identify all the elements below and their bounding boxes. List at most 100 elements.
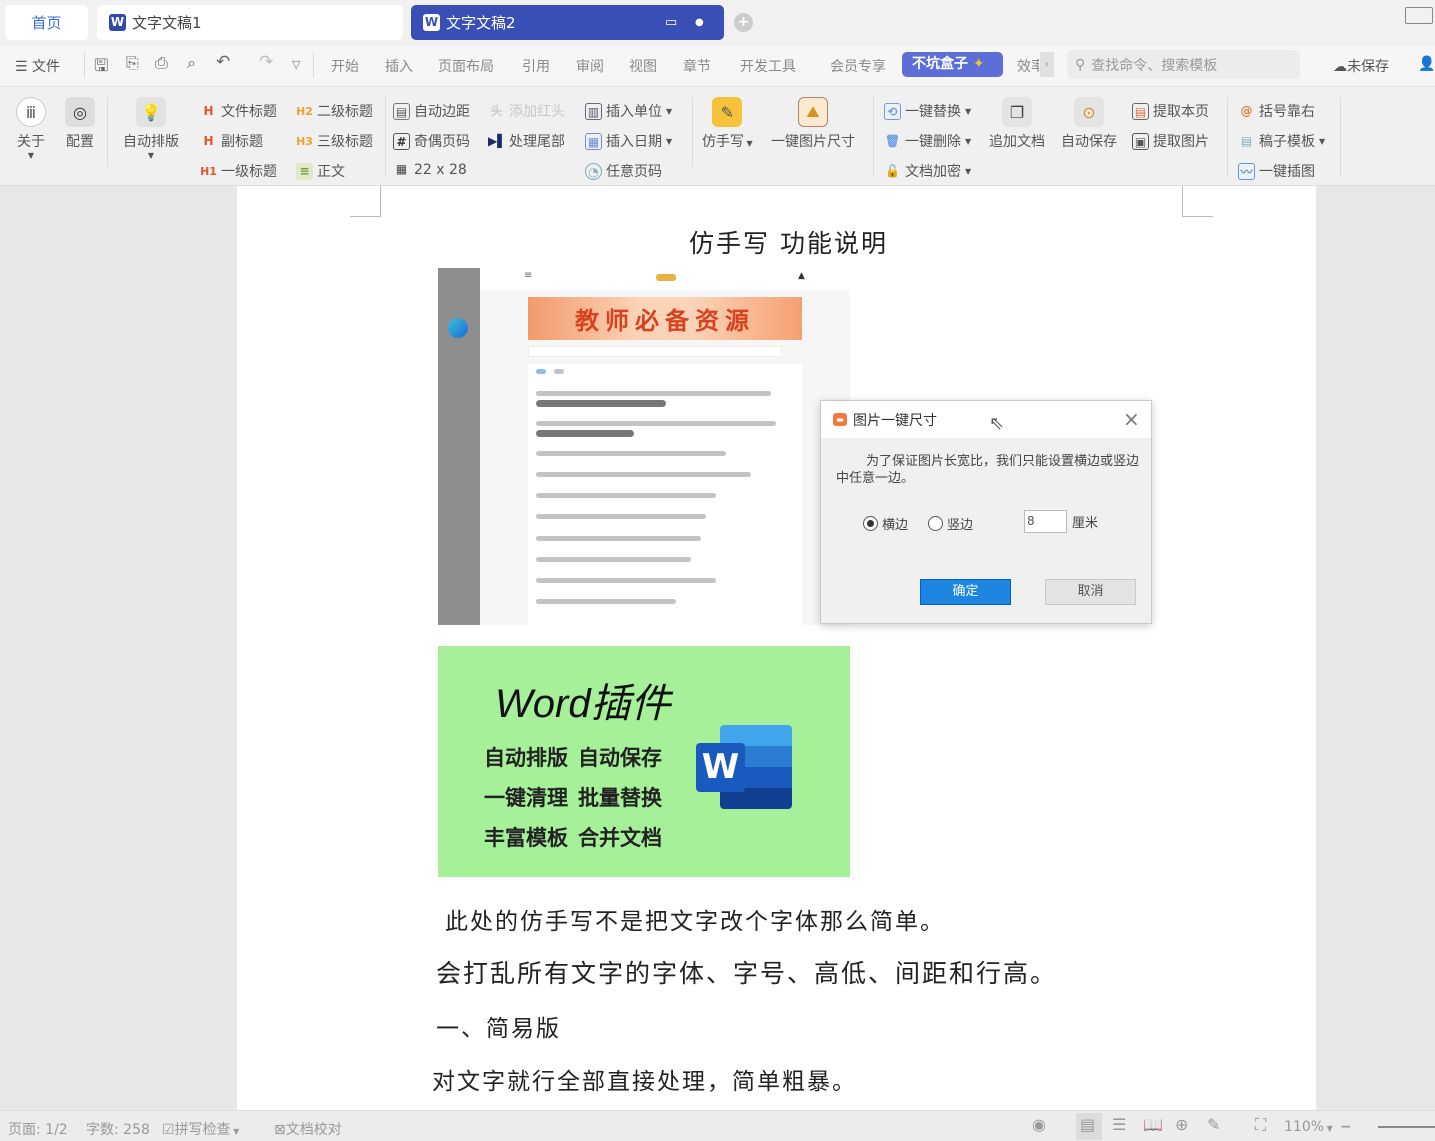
radio-vertical[interactable]: 竖边 (928, 514, 973, 533)
file-menu[interactable]: ☰ 文件 (15, 56, 60, 76)
any-page-number-button[interactable]: ◔ 任意页码 (585, 161, 662, 181)
tab-start[interactable]: 开始 (331, 56, 359, 76)
search-input[interactable]: ⚲ 查找命令、搜索模板 (1067, 50, 1300, 79)
zoom-value: 110% (1284, 1119, 1325, 1135)
user-share-icon[interactable]: 👤 (1418, 56, 1435, 72)
batch-replace-button[interactable]: ⟲ 一键替换 ▼ (884, 101, 971, 121)
eye-protection-icon[interactable]: ◉ (1032, 1115, 1046, 1134)
proofread-icon: ⊠ (274, 1122, 286, 1138)
window-layout-icon[interactable] (1405, 7, 1433, 24)
spell-check-button[interactable]: ☑拼写检查 ▼ (162, 1119, 239, 1139)
cancel-button[interactable]: 取消 (1045, 579, 1136, 605)
tab-bukeng-box[interactable]: 不坑盒子 ✦ (902, 52, 1003, 77)
tab-page-layout[interactable]: 页面布局 (438, 56, 494, 76)
word-count[interactable]: 字数: 258 (86, 1119, 150, 1139)
insert-date-label: 插入日期 (606, 134, 662, 150)
zoom-level[interactable]: 110% ▼ (1284, 1119, 1333, 1135)
append-doc-button[interactable]: ❐ 追加文档 (989, 97, 1045, 151)
insert-date-button[interactable]: ▦ 插入日期 ▼ (585, 131, 672, 151)
export-icon[interactable]: ⎘ (126, 53, 139, 73)
batch-replace-label: 一键替换 (905, 104, 961, 120)
tab-doc1[interactable]: W 文字文稿1 (97, 5, 403, 40)
save-icon[interactable]: 🖫 (94, 53, 108, 82)
fullscreen-icon[interactable]: ⛶ (1255, 1115, 1266, 1135)
process-footer-button[interactable]: ▶▌ 处理尾部 (488, 131, 565, 151)
spell-check-label: 拼写检查 (174, 1122, 231, 1138)
tab-chapter[interactable]: 章节 (683, 56, 711, 76)
paragraph: 对文字就行全部直接处理，简单粗暴。 (432, 1069, 857, 1095)
tab-review[interactable]: 审阅 (576, 56, 604, 76)
new-tab-plus-icon[interactable]: + (734, 13, 753, 32)
zoom-out-button[interactable]: − (1340, 1119, 1352, 1135)
zoom-slider[interactable] (1378, 1126, 1435, 1128)
undo-icon[interactable]: ↶ (216, 52, 230, 72)
auto-save-button[interactable]: ⊙ 自动保存 (1061, 97, 1117, 151)
add-red-header-button[interactable]: 头添加红头 (488, 101, 565, 121)
subtitle-button[interactable]: H 副标题 (200, 131, 263, 151)
odd-even-page-label: 奇偶页码 (414, 134, 470, 150)
ok-button[interactable]: 确定 (920, 579, 1011, 605)
add-red-header-label: 添加红头 (509, 104, 565, 120)
body-text-button[interactable]: ≡ 正文 (296, 161, 345, 181)
reading-view-icon[interactable]: 📖 (1143, 1115, 1163, 1134)
file-title-button[interactable]: H 文件标题 (200, 101, 277, 121)
radio-vertical-label: 竖边 (947, 518, 974, 533)
extract-images-button[interactable]: ▣ 提取图片 (1132, 131, 1209, 151)
extract-page-label: 提取本页 (1153, 104, 1209, 120)
radio-horizontal[interactable]: 横边 (863, 514, 908, 533)
doc-encrypt-button[interactable]: 🔓 文档加密 ▼ (884, 161, 971, 181)
paragraph: 一、简易版 (436, 1016, 561, 1042)
insert-chart-button[interactable]: 〰一键插图 (1238, 161, 1315, 181)
tab-developer[interactable]: 开发工具 (740, 56, 796, 76)
outline-view-icon[interactable]: ☰ (1112, 1115, 1126, 1134)
template-icon: ▤ (1240, 133, 1253, 148)
tabs-scroll-right-icon[interactable]: › (1040, 52, 1054, 77)
grid-size-button[interactable]: ▦ 22 x 28 (393, 161, 467, 178)
monitor-icon[interactable]: ▭ (665, 15, 677, 30)
proofread-button[interactable]: ⊠文档校对 (274, 1119, 342, 1139)
desktop-strip (438, 268, 480, 625)
extract-page-button[interactable]: ▤ 提取本页 (1132, 101, 1209, 121)
embedded-search-box (528, 346, 782, 357)
config-button[interactable]: ◎ 配置 (65, 97, 95, 151)
odd-even-page-button[interactable]: # 奇偶页码 (393, 131, 470, 151)
heading1-button[interactable]: H1 一级标题 (200, 161, 277, 181)
page-view-icon[interactable]: ▤ (1080, 1115, 1095, 1134)
tab-view[interactable]: 视图 (629, 56, 657, 76)
image-size-button[interactable]: ⛰ 一键图片尺寸 (771, 97, 855, 151)
about-button[interactable]: ⅲ 关于 ▼ (16, 97, 46, 160)
tab-member[interactable]: 会员专享 (830, 56, 886, 76)
web-view-icon[interactable]: ⊕ (1175, 1115, 1188, 1134)
search-placeholder: 查找命令、搜索模板 (1091, 57, 1218, 74)
bracket-right-button[interactable]: @ 括号靠右 (1238, 101, 1315, 121)
heading2-button[interactable]: H2 二级标题 (296, 101, 373, 121)
auto-margin-button[interactable]: ▤ 自动边距 (393, 101, 470, 121)
page-number-icon: ◔ (585, 162, 602, 180)
auto-layout-button[interactable]: 💡 自动排版 ▼ (123, 97, 179, 160)
quick-access-dropdown-icon[interactable]: ▽ (292, 58, 300, 71)
size-input[interactable]: 8 (1024, 510, 1067, 533)
print-preview-icon[interactable]: ⌕ (187, 53, 196, 73)
unsaved-label: 未保存 (1347, 59, 1389, 75)
insert-unit-label: 插入单位 (606, 104, 662, 120)
document-page[interactable]: 仿手写 功能说明 ≡ ▲ 教师必备资源 Word插件 自动排版 自动保存 一键清… (237, 186, 1316, 1110)
page-count[interactable]: 页面: 1/2 (8, 1119, 68, 1139)
heading3-button[interactable]: H3 三级标题 (296, 131, 373, 151)
tab-efficiency[interactable]: 效率 (1017, 56, 1039, 76)
print-icon[interactable]: ⎙ (155, 53, 168, 73)
write-view-icon[interactable]: ✎ (1207, 1115, 1220, 1134)
tab-home[interactable]: 首页 (5, 5, 88, 40)
redo-icon[interactable]: ↷ (259, 52, 273, 72)
embedded-screenshot-image[interactable]: ≡ ▲ 教师必备资源 (438, 268, 850, 625)
tab-doc2[interactable]: W 文字文稿2 ▭ ● (411, 5, 724, 40)
draft-template-button[interactable]: ▤ 稿子模板 ▼ (1238, 131, 1325, 151)
close-icon[interactable]: × (1123, 407, 1140, 431)
cloud-save-status[interactable]: ☁未保存 (1333, 56, 1389, 76)
extract-page-icon: ▤ (1132, 102, 1149, 120)
tab-references[interactable]: 引用 (522, 56, 550, 76)
batch-delete-button[interactable]: 🗑 一键删除 ▼ (884, 131, 971, 151)
insert-unit-button[interactable]: ▥ 插入单位 ▼ (585, 101, 672, 121)
extract-image-icon: ▣ (1132, 132, 1149, 150)
tab-insert[interactable]: 插入 (385, 56, 413, 76)
handwrite-button[interactable]: ✎ 仿手写 ▼ (702, 97, 753, 151)
